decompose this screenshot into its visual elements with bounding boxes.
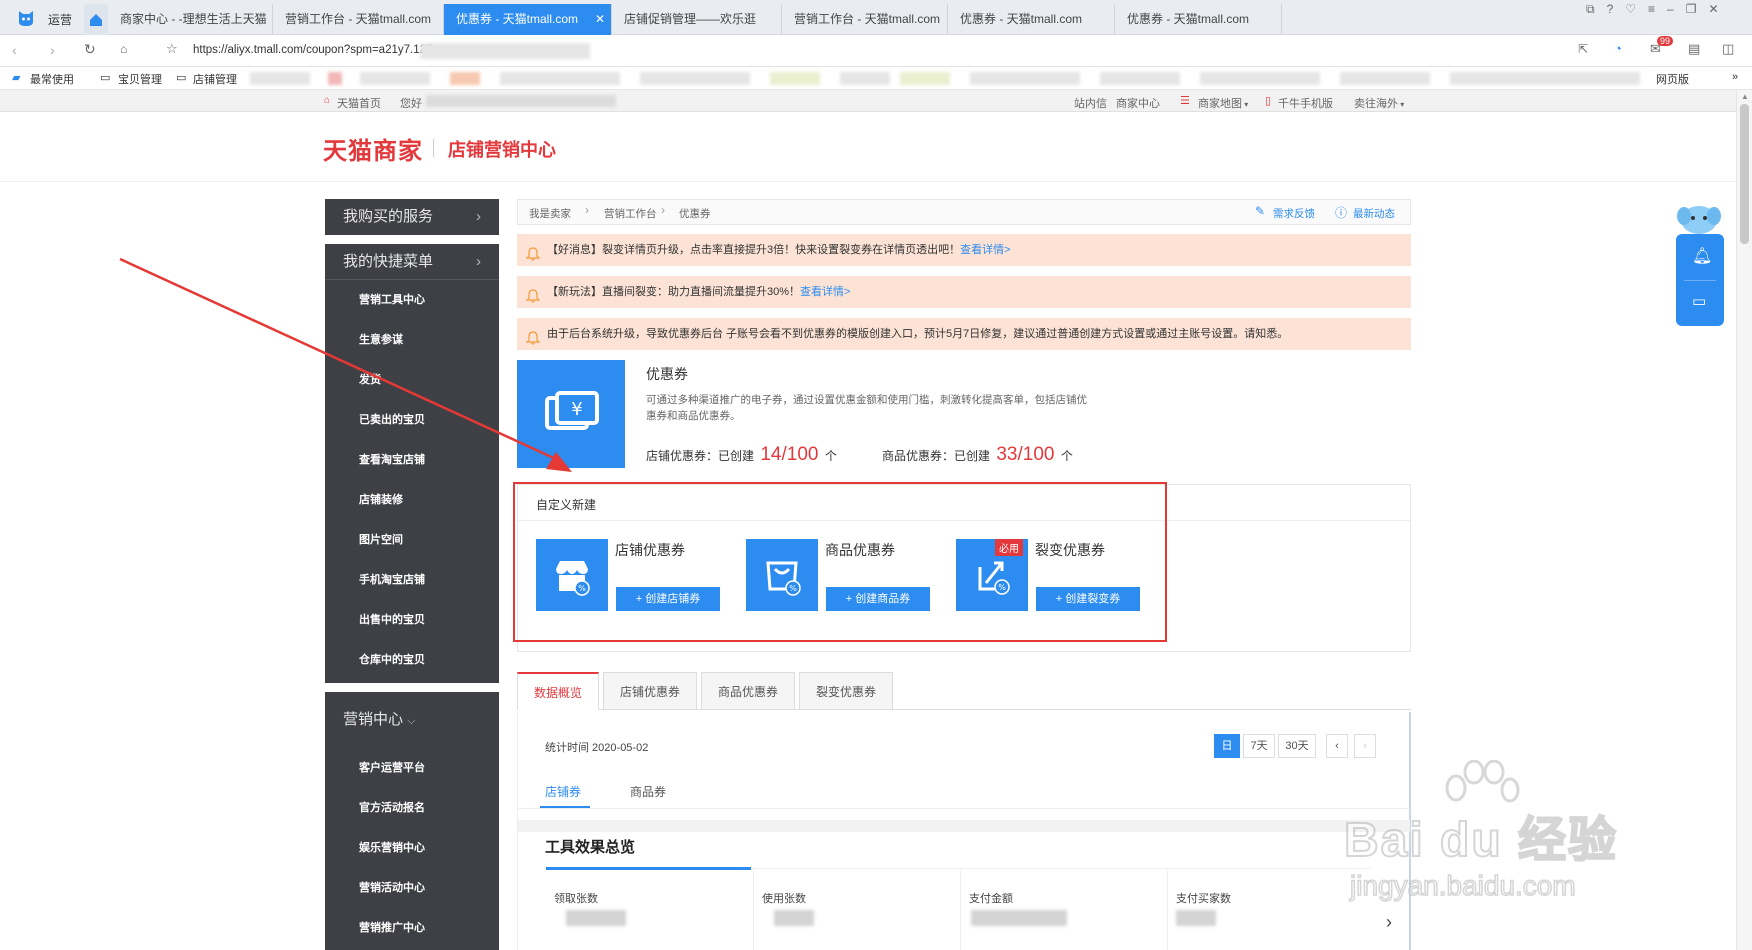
watermark-sub: jingyan.baidu.com: [1349, 869, 1576, 902]
baidu-watermark: Bai du 经验 jingyan.baidu.com: [1340, 760, 1720, 920]
watermark-main: Bai du 经验: [1343, 813, 1619, 868]
